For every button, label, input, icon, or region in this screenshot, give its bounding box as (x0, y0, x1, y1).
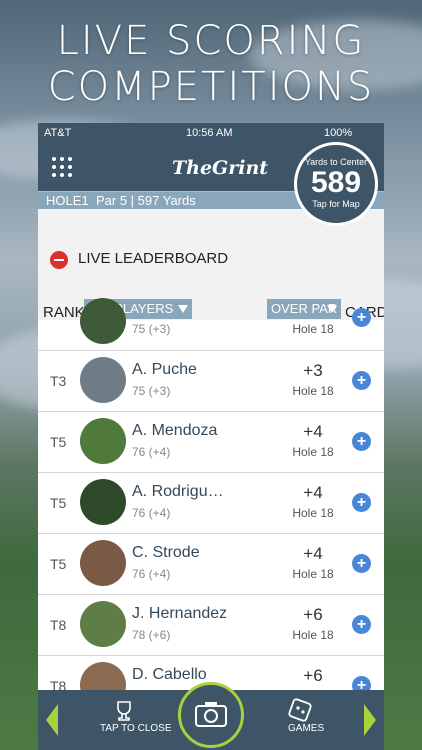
player-score: 75 (+3) (132, 322, 171, 336)
avatar (80, 357, 126, 403)
hole-progress: Hole 18 (292, 384, 334, 398)
over-par-value: +4 (303, 544, 323, 563)
menu-grid-icon[interactable] (52, 157, 72, 177)
avatar (80, 479, 126, 525)
player-position: T5 (50, 556, 67, 572)
over-par-value: +3 (303, 361, 323, 380)
player-position: T8 (50, 617, 67, 633)
player-row[interactable]: 75 (+3) Hole 18 + (38, 298, 384, 351)
player-score: 78 (+6) (132, 628, 171, 642)
status-bar: AT&T 10:56 AM 100% (38, 123, 384, 143)
player-name: A. Mendoza (132, 422, 218, 439)
tap-to-close-button[interactable]: TAP TO CLOSE (100, 723, 172, 734)
player-row[interactable]: T5 A. Mendoza 76 (+4) +4 Hole 18 + (38, 412, 384, 473)
dice-icon (288, 698, 312, 722)
over-par-value: +6 (303, 666, 323, 685)
avatar (80, 298, 126, 344)
hole-progress: Hole 18 (292, 322, 334, 336)
chevron-down-icon (178, 305, 188, 313)
player-score: 76 (+4) (132, 506, 171, 520)
rank-header: RANK (43, 304, 85, 321)
leaderboard-title: LIVE LEADERBOARD (78, 250, 229, 267)
camera-button[interactable] (178, 682, 244, 748)
add-card-button[interactable]: + (352, 493, 371, 512)
arrow-left-icon[interactable] (46, 704, 58, 736)
bottom-bar: TAP TO CLOSE GAMES (38, 682, 384, 750)
avatar (80, 540, 126, 586)
hole-progress: Hole 18 (292, 567, 334, 581)
add-card-button[interactable]: + (352, 432, 371, 451)
player-name: C. Strode (132, 544, 200, 561)
player-position: T5 (50, 495, 67, 511)
player-row[interactable]: T3 A. Puche 75 (+3) +3 Hole 18 + (38, 351, 384, 412)
add-card-button[interactable]: + (352, 371, 371, 390)
avatar (80, 601, 126, 647)
player-name: D. Cabello (132, 666, 207, 683)
hole-progress: Hole 18 (292, 445, 334, 459)
over-par-value: +6 (303, 605, 323, 624)
avatar (80, 418, 126, 464)
add-card-button[interactable]: + (352, 615, 371, 634)
headline-line-1: LIVE SCORING (56, 18, 366, 64)
yards-to-center-button[interactable]: Yards to Center 589 Tap for Map (294, 142, 378, 226)
sort-dropdown[interactable]: OVER PAR (267, 299, 341, 319)
leaderboard-list: 75 (+3) Hole 18 + T3 A. Puche 75 (+3) +3 … (38, 298, 384, 717)
player-position: T5 (50, 434, 67, 450)
trophy-icon (117, 701, 131, 721)
hole-info: Par 5 | 597 Yards (96, 193, 196, 208)
games-button[interactable]: GAMES (288, 723, 324, 734)
player-row[interactable]: T8 J. Hernandez 78 (+6) +6 Hole 18 + (38, 595, 384, 656)
player-row[interactable]: T5 C. Strode 76 (+4) +4 Hole 18 + (38, 534, 384, 595)
add-card-button[interactable]: + (352, 308, 371, 327)
arrow-right-icon[interactable] (364, 704, 376, 736)
tap-for-map-label: Tap for Map (312, 199, 360, 209)
player-score: 75 (+3) (132, 384, 171, 398)
player-row[interactable]: T5 A. Rodrigu… 76 (+4) +4 Hole 18 + (38, 473, 384, 534)
chevron-down-icon (327, 305, 337, 313)
app-logo: TheGrint (172, 157, 269, 179)
carrier: AT&T (44, 127, 72, 139)
clock: 10:56 AM (186, 127, 233, 139)
player-score: 76 (+4) (132, 445, 171, 459)
camera-icon (195, 702, 227, 727)
yards-value: 589 (310, 166, 362, 199)
player-position: T3 (50, 373, 67, 389)
over-par-value: +4 (303, 422, 323, 441)
player-name: J. Hernandez (132, 605, 228, 622)
hole-progress: Hole 18 (292, 506, 334, 520)
player-name: A. Puche (132, 361, 197, 378)
headline-line-2: COMPETITIONS (47, 64, 375, 110)
player-name: A. Rodrigu… (132, 483, 224, 500)
add-card-button[interactable]: + (352, 554, 371, 573)
player-score: 76 (+4) (132, 567, 171, 581)
over-par-value: +4 (303, 483, 323, 502)
battery-percent: 100% (324, 127, 353, 139)
collapse-icon[interactable] (50, 251, 68, 269)
hole-progress: Hole 18 (292, 628, 334, 642)
hole-number: HOLE1 (46, 193, 89, 208)
